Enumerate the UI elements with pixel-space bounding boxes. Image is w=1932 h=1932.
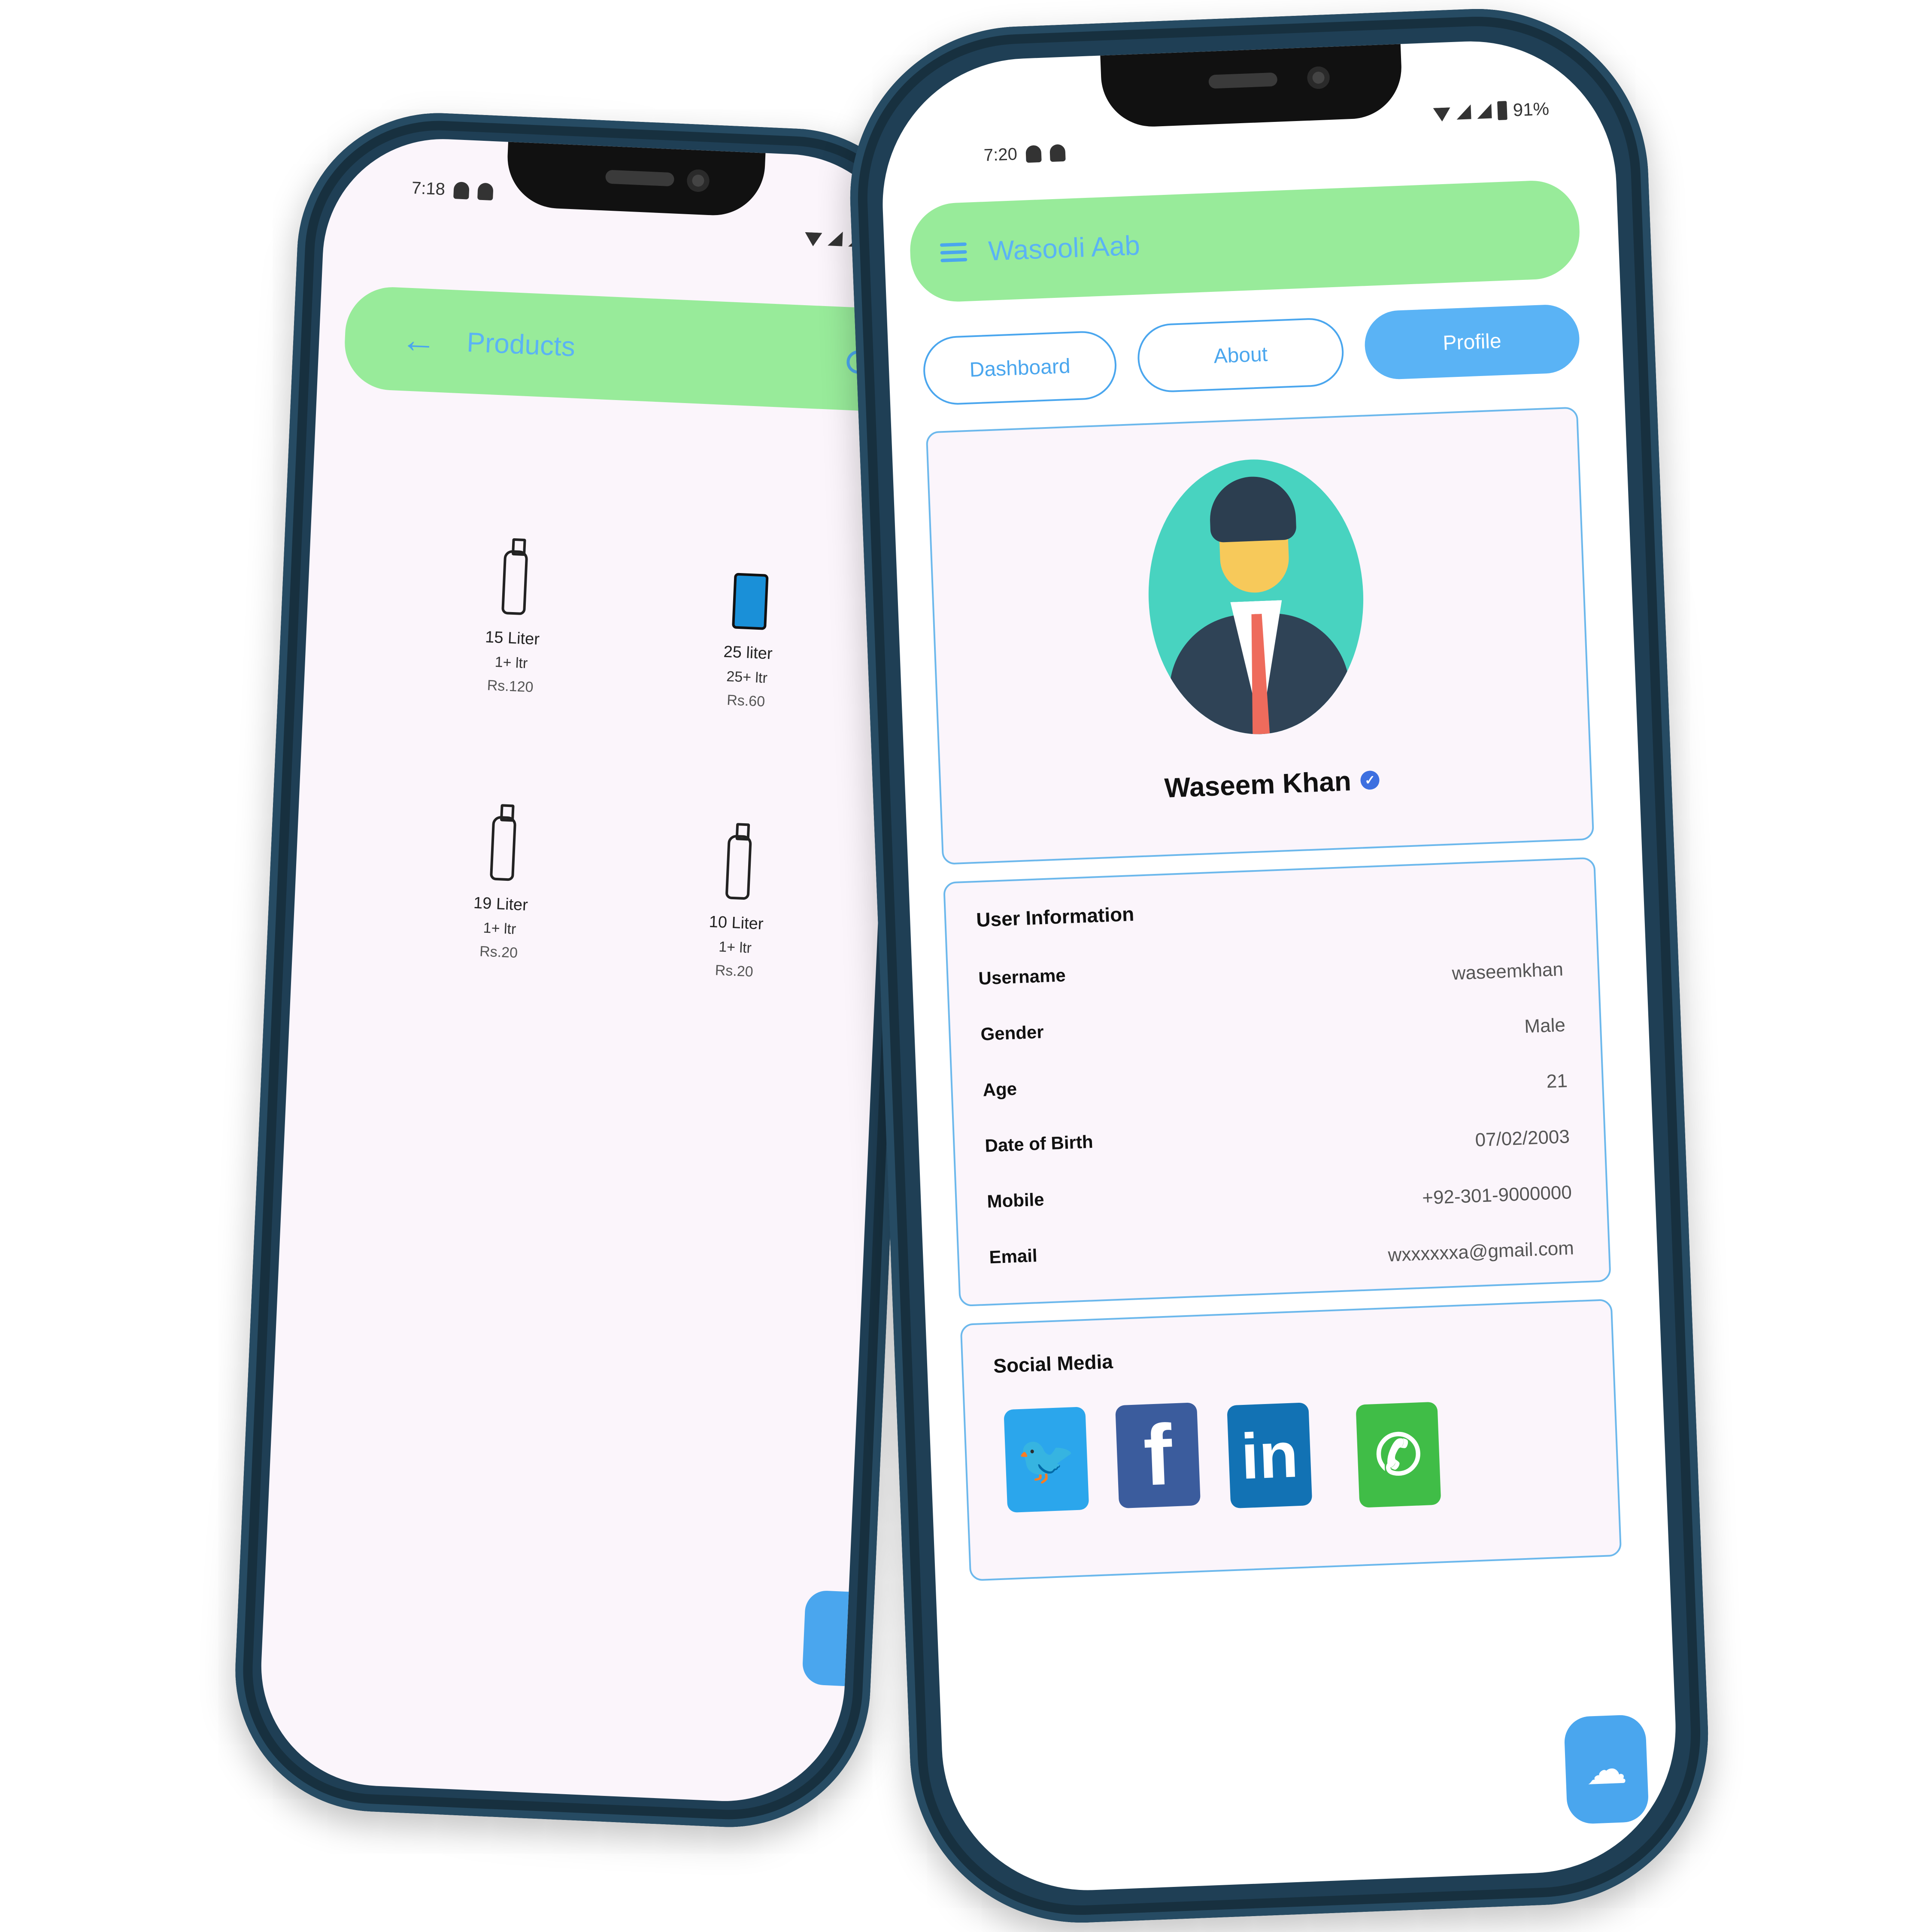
product-price: Rs.120 [487,677,534,696]
whatsapp-icon[interactable]: ✆ [1356,1401,1441,1508]
appbar-title: Wasooli Aab [988,230,1141,267]
status-time: 7:18 [411,178,446,199]
products-screen: 7:18 ← Products 15 Liter 1+ ltr Rs.120 2… [256,134,912,1806]
signal-icon [828,231,843,246]
left-phone: 7:18 ← Products 15 Liter 1+ ltr Rs.120 2… [229,107,938,1833]
menu-icon[interactable] [940,242,968,263]
battery-icon [1497,101,1507,120]
bottle-icon [489,816,517,881]
signal-icon [1477,103,1492,119]
snapchat-icon [453,181,470,200]
profile-name: Waseem Khan [1164,765,1352,804]
tab-profile[interactable]: Profile [1363,303,1581,381]
profile-card: Waseem Khan ✓ [925,406,1595,865]
product-card[interactable]: 19 Liter 1+ ltr Rs.20 [434,813,569,964]
back-arrow-icon[interactable]: ← [400,319,438,361]
verified-badge-icon: ✓ [1360,770,1380,790]
signal-icon [1456,104,1471,120]
section-title: User Information [976,902,1135,931]
notch [505,142,766,218]
info-value: 21 [1546,1070,1568,1092]
floating-action-button[interactable] [801,1589,875,1687]
camera [1307,66,1330,89]
product-card[interactable]: 10 Liter 1+ ltr Rs.20 [670,832,804,983]
tab-dashboard[interactable]: Dashboard [922,330,1118,406]
wifi-icon [1433,104,1451,122]
snapchat-icon [1049,144,1066,162]
product-size: 1+ ltr [494,654,528,672]
status-bar: 7:20 [983,143,1066,165]
products-grid: 15 Liter 1+ ltr Rs.120 25 liter 25+ ltr … [383,458,912,980]
wifi-icon [804,229,822,247]
info-label: Mobile [986,1189,1045,1212]
product-size: 1+ ltr [482,919,517,938]
profile-name-row: Waseem Khan ✓ [1164,764,1380,804]
facebook-icon[interactable]: f [1115,1402,1201,1509]
camera [686,169,710,192]
status-bar: 7:18 [411,179,494,201]
status-time: 7:20 [983,145,1018,165]
product-size: 1+ ltr [718,938,752,956]
products-appbar: ← Products [343,285,912,415]
battery-percent: 91% [1512,98,1550,120]
info-value: 07/02/2003 [1474,1126,1570,1151]
cloud-upload-icon: ☁ [1585,1746,1628,1793]
product-price: Rs.20 [479,943,518,961]
info-label: Username [978,965,1066,989]
info-value: waseemkhan [1451,958,1564,984]
main-appbar: Wasooli Aab [908,179,1581,303]
speaker [605,170,675,187]
product-card[interactable]: 15 Liter 1+ ltr Rs.120 [446,548,580,698]
twitter-icon[interactable]: 🐦 [1004,1407,1089,1513]
social-media-card: Social Media 🐦 f in ✆ [960,1298,1622,1581]
bottle-icon [725,834,752,900]
notch [1100,44,1404,129]
status-icons: 91% [1433,98,1550,123]
avatar [1143,455,1369,738]
info-value: wxxxxxxa@gmail.com [1387,1237,1574,1266]
appbar-title: Products [466,326,576,362]
water-can-icon [732,573,769,630]
tab-about[interactable]: About [1136,317,1345,394]
linkedin-icon[interactable]: in [1227,1402,1313,1509]
info-label: Email [989,1245,1038,1268]
product-name: 15 Liter [485,628,540,649]
product-name: 19 Liter [473,894,528,915]
cloud-upload-button[interactable]: ☁ [1563,1714,1650,1825]
info-label: Age [982,1078,1017,1100]
product-name: 10 Liter [708,913,764,934]
snapchat-icon [1025,145,1042,163]
info-label: Gender [980,1022,1044,1044]
product-price: Rs.20 [715,962,754,980]
user-information-card: User Information Username waseemkhan Gen… [943,857,1611,1307]
product-card[interactable]: 25 liter 25+ ltr Rs.60 [681,571,816,713]
product-size: 25+ ltr [726,668,768,686]
speaker [1208,72,1278,89]
info-label: Date of Birth [984,1131,1094,1156]
info-value: +92-301-9000000 [1422,1182,1572,1209]
info-value: Male [1524,1014,1566,1037]
product-price: Rs.60 [726,692,765,710]
product-name: 25 liter [723,643,773,663]
bottle-icon [501,549,528,616]
snapchat-icon [477,182,494,200]
right-phone: 7:20 91% Wasooli Aab Dashboard About Pro… [843,2,1715,1929]
profile-screen: 7:20 91% Wasooli Aab Dashboard About Pro… [877,36,1681,1896]
avatar-hair [1208,475,1297,543]
section-title: Social Media [993,1350,1113,1377]
